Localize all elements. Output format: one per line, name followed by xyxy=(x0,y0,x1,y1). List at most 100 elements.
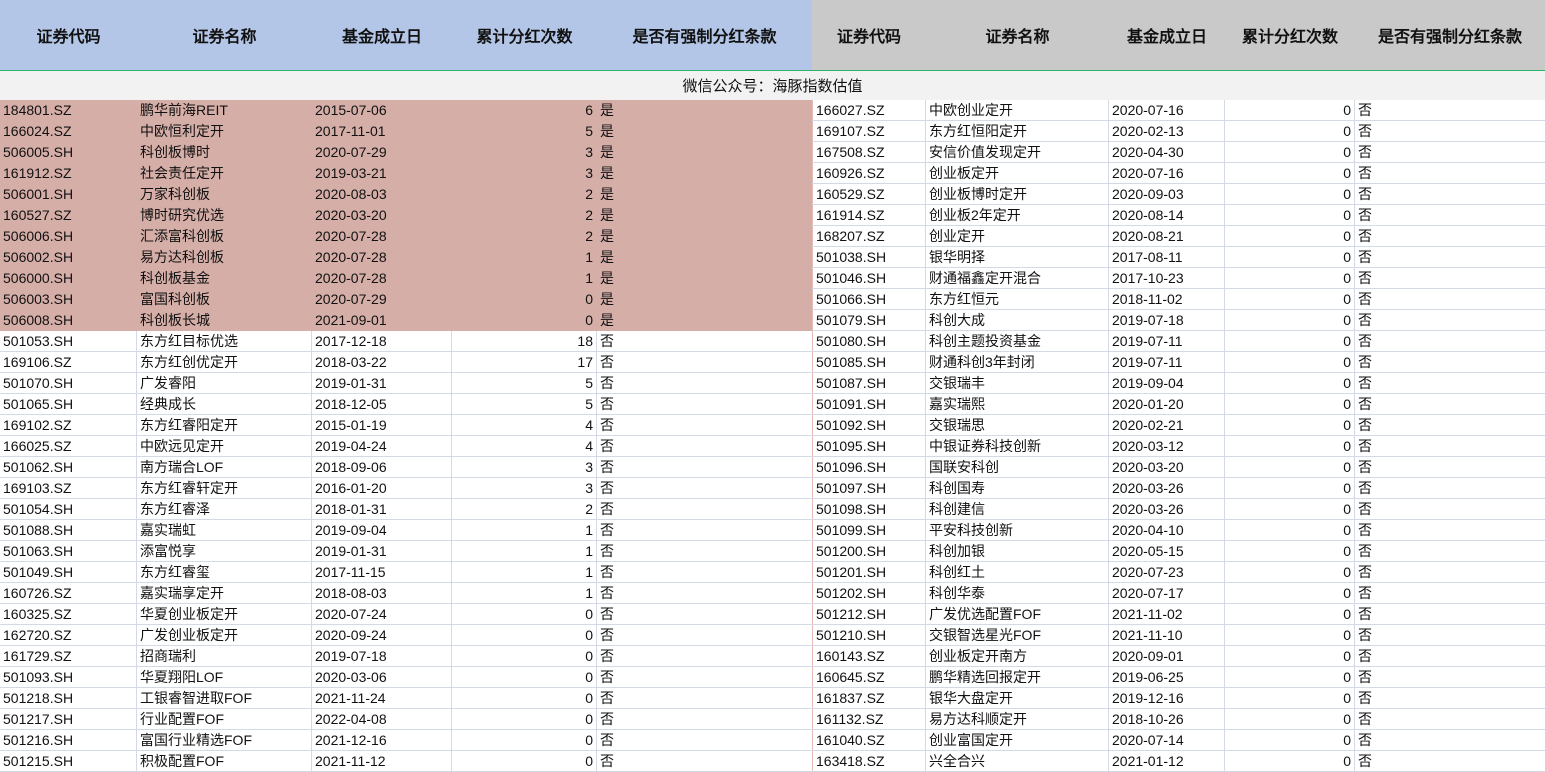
date-cell[interactable]: 2020-07-14 xyxy=(1109,730,1225,750)
code-cell[interactable]: 501063.SH xyxy=(0,541,137,561)
code-cell[interactable]: 161837.SZ xyxy=(812,688,926,708)
date-cell[interactable]: 2021-09-01 xyxy=(312,310,452,330)
date-cell[interactable]: 2018-01-31 xyxy=(312,499,452,519)
count-cell[interactable]: 0 xyxy=(1225,352,1355,372)
table-row[interactable]: 168207.SZ 创业定开 2020-08-21 0 否 xyxy=(812,226,1545,247)
name-cell[interactable]: 华夏创业板定开 xyxy=(137,604,312,624)
name-cell[interactable]: 广发优选配置FOF xyxy=(926,604,1109,624)
date-cell[interactable]: 2017-11-15 xyxy=(312,562,452,582)
count-cell[interactable]: 0 xyxy=(452,646,597,666)
flag-cell[interactable]: 否 xyxy=(1355,121,1528,141)
date-cell[interactable]: 2018-10-26 xyxy=(1109,709,1225,729)
flag-cell[interactable]: 否 xyxy=(597,478,812,498)
date-cell[interactable]: 2020-07-29 xyxy=(312,142,452,162)
flag-cell[interactable]: 否 xyxy=(1355,541,1528,561)
date-cell[interactable]: 2021-11-10 xyxy=(1109,625,1225,645)
code-cell[interactable]: 501080.SH xyxy=(812,331,926,351)
date-cell[interactable]: 2019-04-24 xyxy=(312,436,452,456)
table-row[interactable]: 501098.SH 科创建信 2020-03-26 0 否 xyxy=(812,499,1545,520)
code-cell[interactable]: 163418.SZ xyxy=(812,751,926,771)
flag-cell[interactable]: 否 xyxy=(1355,268,1528,288)
name-cell[interactable]: 易方达科创板 xyxy=(137,247,312,267)
flag-cell[interactable]: 否 xyxy=(1355,331,1528,351)
code-cell[interactable]: 501062.SH xyxy=(0,457,137,477)
code-cell[interactable]: 501092.SH xyxy=(812,415,926,435)
date-cell[interactable]: 2020-07-28 xyxy=(312,247,452,267)
date-cell[interactable]: 2021-12-16 xyxy=(312,730,452,750)
count-cell[interactable]: 0 xyxy=(1225,373,1355,393)
date-cell[interactable]: 2021-11-24 xyxy=(312,688,452,708)
count-cell[interactable]: 0 xyxy=(1225,562,1355,582)
date-cell[interactable]: 2018-09-06 xyxy=(312,457,452,477)
flag-cell[interactable]: 否 xyxy=(1355,205,1528,225)
name-cell[interactable]: 汇添富科创板 xyxy=(137,226,312,246)
count-cell[interactable]: 17 xyxy=(452,352,597,372)
table-row[interactable]: 501065.SH 经典成长 2018-12-05 5 否 xyxy=(0,394,812,415)
flag-cell[interactable]: 是 xyxy=(597,142,812,162)
count-cell[interactable]: 0 xyxy=(1225,268,1355,288)
date-cell[interactable]: 2020-08-03 xyxy=(312,184,452,204)
name-cell[interactable]: 工银睿智进取FOF xyxy=(137,688,312,708)
header-name[interactable]: 证券名称 xyxy=(926,0,1109,70)
code-cell[interactable]: 501216.SH xyxy=(0,730,137,750)
flag-cell[interactable]: 否 xyxy=(1355,688,1528,708)
count-cell[interactable]: 2 xyxy=(452,184,597,204)
flag-cell[interactable]: 否 xyxy=(1355,667,1528,687)
table-row[interactable]: 501097.SH 科创国寿 2020-03-26 0 否 xyxy=(812,478,1545,499)
table-row[interactable]: 501049.SH 东方红睿玺 2017-11-15 1 否 xyxy=(0,562,812,583)
count-cell[interactable]: 0 xyxy=(1225,457,1355,477)
flag-cell[interactable]: 否 xyxy=(597,373,812,393)
code-cell[interactable]: 506008.SH xyxy=(0,310,137,330)
date-cell[interactable]: 2020-03-26 xyxy=(1109,499,1225,519)
date-cell[interactable]: 2019-07-18 xyxy=(312,646,452,666)
name-cell[interactable]: 科创板博时 xyxy=(137,142,312,162)
name-cell[interactable]: 东方红创优定开 xyxy=(137,352,312,372)
table-row[interactable]: 501091.SH 嘉实瑞熙 2020-01-20 0 否 xyxy=(812,394,1545,415)
date-cell[interactable]: 2020-03-12 xyxy=(1109,436,1225,456)
table-row[interactable]: 184801.SZ 鹏华前海REIT 2015-07-06 6 是 xyxy=(0,100,812,121)
code-cell[interactable]: 169102.SZ xyxy=(0,415,137,435)
date-cell[interactable]: 2019-09-04 xyxy=(1109,373,1225,393)
code-cell[interactable]: 501215.SH xyxy=(0,751,137,771)
name-cell[interactable]: 交银瑞思 xyxy=(926,415,1109,435)
code-cell[interactable]: 501095.SH xyxy=(812,436,926,456)
flag-cell[interactable]: 否 xyxy=(597,541,812,561)
table-row[interactable]: 162720.SZ 广发创业板定开 2020-09-24 0 否 xyxy=(0,625,812,646)
name-cell[interactable]: 东方红睿玺 xyxy=(137,562,312,582)
flag-cell[interactable]: 否 xyxy=(1355,436,1528,456)
date-cell[interactable]: 2017-10-23 xyxy=(1109,268,1225,288)
table-row[interactable]: 506003.SH 富国科创板 2020-07-29 0 是 xyxy=(0,289,812,310)
name-cell[interactable]: 社会责任定开 xyxy=(137,163,312,183)
name-cell[interactable]: 创业板博时定开 xyxy=(926,184,1109,204)
count-cell[interactable]: 0 xyxy=(1225,730,1355,750)
table-row[interactable]: 160143.SZ 创业板定开南方 2020-09-01 0 否 xyxy=(812,646,1545,667)
date-cell[interactable]: 2019-07-11 xyxy=(1109,331,1225,351)
code-cell[interactable]: 501049.SH xyxy=(0,562,137,582)
count-cell[interactable]: 0 xyxy=(452,604,597,624)
name-cell[interactable]: 中欧恒利定开 xyxy=(137,121,312,141)
table-row[interactable]: 501088.SH 嘉实瑞虹 2019-09-04 1 否 xyxy=(0,520,812,541)
date-cell[interactable]: 2020-03-26 xyxy=(1109,478,1225,498)
date-cell[interactable]: 2016-01-20 xyxy=(312,478,452,498)
table-row[interactable]: 501215.SH 积极配置FOF 2021-11-12 0 否 xyxy=(0,751,812,772)
date-cell[interactable]: 2018-11-02 xyxy=(1109,289,1225,309)
table-row[interactable]: 501092.SH 交银瑞思 2020-02-21 0 否 xyxy=(812,415,1545,436)
name-cell[interactable]: 科创加银 xyxy=(926,541,1109,561)
count-cell[interactable]: 0 xyxy=(452,709,597,729)
name-cell[interactable]: 东方红目标优选 xyxy=(137,331,312,351)
flag-cell[interactable]: 否 xyxy=(1355,520,1528,540)
code-cell[interactable]: 501096.SH xyxy=(812,457,926,477)
flag-cell[interactable]: 否 xyxy=(1355,646,1528,666)
table-row[interactable]: 160926.SZ 创业板定开 2020-07-16 0 否 xyxy=(812,163,1545,184)
name-cell[interactable]: 富国行业精选FOF xyxy=(137,730,312,750)
name-cell[interactable]: 科创建信 xyxy=(926,499,1109,519)
code-cell[interactable]: 501217.SH xyxy=(0,709,137,729)
table-row[interactable]: 501046.SH 财通福鑫定开混合 2017-10-23 0 否 xyxy=(812,268,1545,289)
name-cell[interactable]: 嘉实瑞享定开 xyxy=(137,583,312,603)
code-cell[interactable]: 506005.SH xyxy=(0,142,137,162)
count-cell[interactable]: 0 xyxy=(1225,520,1355,540)
count-cell[interactable]: 0 xyxy=(452,310,597,330)
table-row[interactable]: 161914.SZ 创业板2年定开 2020-08-14 0 否 xyxy=(812,205,1545,226)
flag-cell[interactable]: 否 xyxy=(1355,226,1528,246)
name-cell[interactable]: 鹏华精选回报定开 xyxy=(926,667,1109,687)
